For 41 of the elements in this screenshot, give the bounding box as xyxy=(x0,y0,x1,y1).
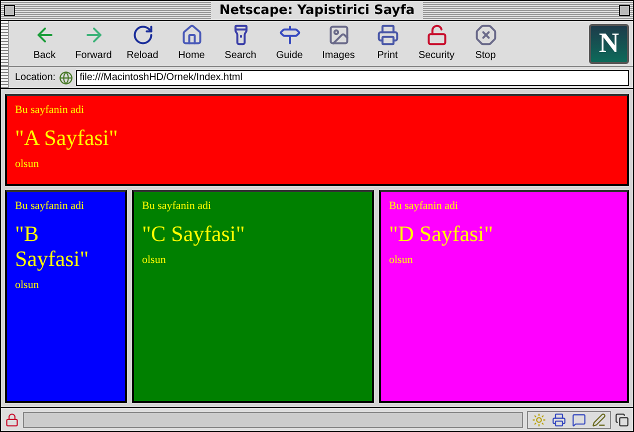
frame-title: "A Sayfasi" xyxy=(15,124,119,150)
location-field[interactable]: file:///MacintoshHD/Ornek/Index.html xyxy=(76,70,629,86)
open-lock-icon xyxy=(426,24,448,46)
printer-icon xyxy=(376,24,398,46)
frame-caption: Bu sayfanin adi xyxy=(15,103,86,118)
stop-icon xyxy=(474,24,496,46)
frame-caption: Bu sayfanin adi xyxy=(142,199,212,214)
toolbar-button[interactable]: Images xyxy=(315,24,362,63)
logo[interactable]: N xyxy=(589,24,629,64)
grip-handle[interactable] xyxy=(1,67,9,88)
home-icon xyxy=(180,24,202,46)
frame-footer: olsun xyxy=(389,252,619,268)
frame-title: "D Sayfasi" xyxy=(389,220,494,246)
security-lock-icon[interactable] xyxy=(5,412,19,426)
frame-footer: olsun xyxy=(15,156,619,172)
frame-caption: Bu sayfanin adi xyxy=(389,199,460,214)
zoom-box[interactable] xyxy=(619,5,630,16)
frame-caption: Bu sayfanin adi xyxy=(15,199,86,214)
location-label: Location: xyxy=(15,71,56,85)
frame-footer: olsun xyxy=(15,276,117,293)
window-title: Netscape: Yapistirici Sayfa xyxy=(211,1,423,20)
toolbar-button[interactable]: Security xyxy=(413,24,460,63)
toolbar-button[interactable]: Stop xyxy=(462,24,509,63)
reload-icon xyxy=(132,24,154,46)
frame-title: "C Sayfasi" xyxy=(142,220,246,246)
close-box[interactable] xyxy=(4,5,15,16)
grip-handle[interactable] xyxy=(1,21,9,66)
toolbar-button[interactable]: Search xyxy=(217,24,264,63)
toolbar-button[interactable]: Home xyxy=(168,24,215,63)
signpost-icon xyxy=(278,24,300,46)
toolbar-button[interactable]: Back xyxy=(21,24,68,63)
chat-icon[interactable] xyxy=(572,412,586,426)
frame-title: "B Sayfasi" xyxy=(15,220,90,270)
window-icon[interactable] xyxy=(615,412,629,426)
frame-footer: olsun xyxy=(142,252,364,268)
toolbar-button[interactable]: Print xyxy=(364,24,411,63)
toolbar-button[interactable]: Reload xyxy=(119,24,166,63)
toolbar-button[interactable]: Guide xyxy=(266,24,313,63)
image-icon xyxy=(328,24,350,46)
toolbar-button[interactable]: Forward xyxy=(70,24,117,63)
composer-icon[interactable] xyxy=(592,412,606,426)
